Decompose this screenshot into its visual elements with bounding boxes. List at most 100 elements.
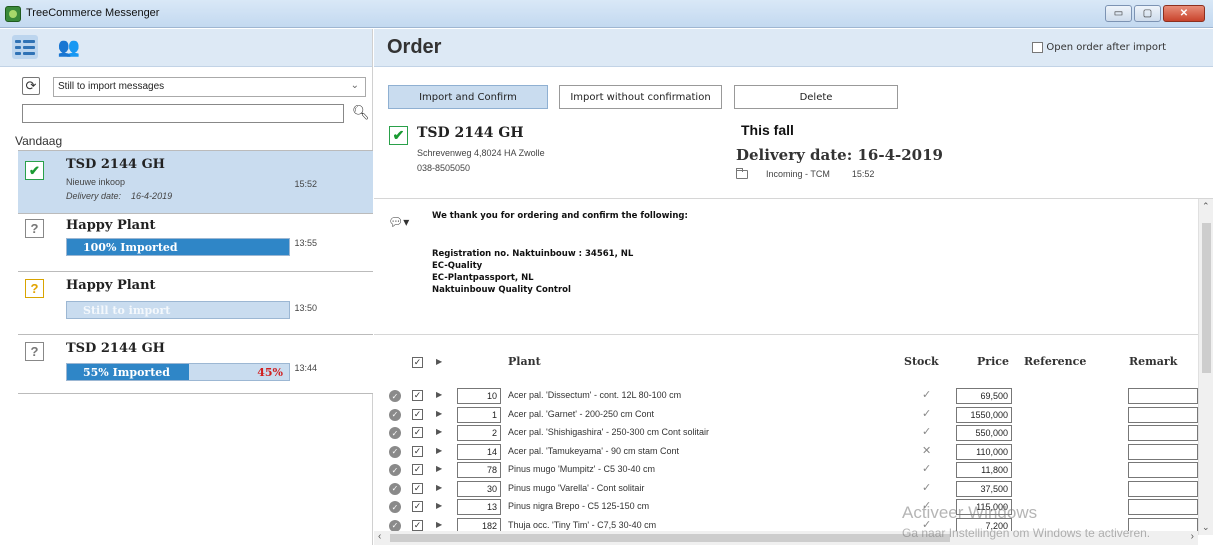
table-row[interactable]: ✓ ✓ ▶ 78 Pinus mugo 'Mumpitz' - C5 30-40 cm ✓… (374, 461, 1198, 479)
quantity-field[interactable]: 13 (457, 499, 501, 515)
table-row[interactable]: ✓ ✓ ▶ 14 Acer pal. 'Tamukeyama' - 90 cm stam… (374, 443, 1198, 461)
search-icon[interactable]: 🔍︎ (352, 104, 370, 121)
column-header-price[interactable]: Price (977, 355, 1009, 368)
remark-field[interactable] (1128, 480, 1198, 497)
stock-indicator: ✓ (922, 389, 932, 401)
quantity-field[interactable]: 78 (457, 462, 501, 478)
remark-field[interactable] (1128, 388, 1198, 404)
message-title: TSD 2144 GH (66, 157, 165, 172)
row-checkbox[interactable]: ✓ (412, 501, 423, 512)
expand-arrow-icon[interactable]: ▶ (436, 390, 442, 399)
quantity-field[interactable]: 30 (457, 480, 501, 497)
users-icon[interactable]: 👥 (56, 35, 82, 59)
maximize-button[interactable]: ▢ (1134, 5, 1161, 22)
remark-field[interactable] (1128, 499, 1198, 515)
row-checkbox[interactable]: ✓ (412, 464, 423, 475)
open-after-import-option[interactable]: Open order after import (1032, 42, 1166, 53)
comment-line: EC-Quality (432, 261, 483, 271)
row-checkbox[interactable]: ✓ (412, 482, 423, 494)
table-row[interactable]: ✓ ✓ ▶ 13 Pinus nigra Brepo - C5 125-150 cm ✓ 1… (374, 498, 1198, 516)
message-item[interactable]: ✔ TSD 2144 GH Nieuwe inkoop Delivery dat… (18, 150, 373, 213)
column-header-stock[interactable]: Stock (904, 355, 939, 368)
import-without-confirmation-button[interactable]: Import without confirmation (559, 85, 722, 109)
quantity-field[interactable]: 14 (457, 443, 501, 460)
select-all-checkbox[interactable]: ✓ (412, 357, 423, 368)
folder-icon (736, 167, 748, 179)
question-icon: ? (25, 342, 44, 361)
row-checkbox[interactable]: ✓ (412, 390, 423, 401)
column-header-reference[interactable]: Reference (1024, 355, 1086, 368)
scroll-thumb[interactable] (1202, 223, 1211, 373)
close-button[interactable]: ✕ (1163, 5, 1205, 22)
price-field[interactable]: 550,000 (956, 425, 1012, 441)
scroll-down-icon[interactable]: ⌄ (1202, 522, 1210, 533)
activation-watermark: Activeer Windows (902, 503, 1038, 522)
order-title: Order (387, 36, 442, 58)
table-row[interactable]: ✓ ✓ ▶ 1 Acer pal. 'Garnet' - 200-250 cm Cont… (374, 406, 1198, 424)
status-ok-icon: ✓ (389, 464, 401, 476)
quantity-field[interactable]: 1 (457, 406, 501, 423)
expand-arrow-icon[interactable]: ▶ (436, 483, 442, 492)
expand-arrow-icon[interactable]: ▶ (436, 520, 442, 529)
price-field[interactable]: 1550,000 (956, 406, 1012, 423)
quantity-field[interactable]: 10 (457, 388, 501, 404)
list-icon[interactable] (12, 35, 38, 59)
comment-icon[interactable]: 💬︎▾ (388, 215, 409, 229)
row-checkbox[interactable]: ✓ (412, 408, 423, 420)
price-field[interactable]: 37,500 (956, 480, 1012, 497)
group-label-today: Vandaag (15, 134, 63, 148)
scroll-right-icon[interactable]: › (1191, 531, 1194, 542)
refresh-icon[interactable]: ⟳ (22, 77, 40, 95)
expand-arrow-icon[interactable]: ▶ (436, 357, 442, 366)
message-item[interactable]: ? TSD 2144 GH 55% Imported 45% 13:44 (18, 334, 373, 394)
table-row[interactable]: ✓ ✓ ▶ 10 Acer pal. 'Dissectum' - cont. 12L 8… (374, 387, 1198, 405)
order-header: Order Open order after import (374, 29, 1213, 67)
row-checkbox[interactable]: ✓ (412, 427, 423, 438)
progress-label: Still to import (83, 304, 171, 317)
remark-field[interactable] (1128, 443, 1198, 460)
vertical-scrollbar[interactable]: ⌃ ⌄ (1198, 199, 1213, 535)
remark-field[interactable] (1128, 406, 1198, 423)
status-ok-icon: ✓ (389, 501, 401, 513)
message-filter-select[interactable]: Still to import messages ⌄ (53, 77, 366, 97)
comment-line: EC-Plantpassport, NL (432, 273, 534, 283)
price-field[interactable]: 110,000 (956, 443, 1012, 460)
price-field[interactable]: 69,500 (956, 388, 1012, 404)
row-checkbox[interactable]: ✓ (412, 519, 423, 531)
progress-label: 100% Imported (83, 241, 178, 254)
expand-arrow-icon[interactable]: ▶ (436, 427, 442, 436)
price-field[interactable]: 11,800 (956, 462, 1012, 478)
remark-field[interactable] (1128, 462, 1198, 478)
column-header-remark[interactable]: Remark (1129, 355, 1177, 368)
remark-field[interactable] (1128, 425, 1198, 441)
expand-arrow-icon[interactable]: ▶ (436, 409, 442, 418)
scroll-left-icon[interactable]: ‹ (378, 531, 381, 542)
message-time: 13:44 (294, 363, 317, 373)
scroll-up-icon[interactable]: ⌃ (1202, 201, 1210, 212)
quantity-field[interactable]: 2 (457, 425, 501, 441)
stock-indicator: ✕ (922, 444, 932, 457)
search-input[interactable] (22, 104, 344, 123)
delete-button[interactable]: Delete (734, 85, 898, 109)
minimize-button[interactable]: ▭ (1105, 5, 1132, 22)
filter-select-value: Still to import messages (58, 81, 165, 92)
expand-arrow-icon[interactable]: ▶ (436, 501, 442, 510)
import-progress-bar: 100% Imported (66, 238, 290, 256)
message-item[interactable]: ? Happy Plant 100% Imported 13:55 (18, 213, 373, 271)
table-row[interactable]: ✓ ✓ ▶ 2 Acer pal. 'Shishigashira' - 250-300 … (374, 424, 1198, 442)
customer-name: TSD 2144 GH (417, 125, 524, 141)
expand-arrow-icon[interactable]: ▶ (436, 446, 442, 455)
plant-name: Acer pal. 'Shishigashira' - 250-300 cm C… (508, 427, 710, 437)
window-controls: ▭ ▢ ✕ (1105, 5, 1205, 22)
expand-arrow-icon[interactable]: ▶ (436, 464, 442, 473)
status-ok-icon: ✓ (389, 390, 401, 402)
table-row[interactable]: ✓ ✓ ▶ 30 Pinus mugo 'Varella' - Cont solitai… (374, 480, 1198, 498)
open-after-import-label: Open order after import (1046, 42, 1166, 53)
import-and-confirm-button[interactable]: Import and Confirm (388, 85, 548, 109)
message-item[interactable]: ? Happy Plant Still to import 13:50 (18, 271, 373, 334)
open-after-import-checkbox[interactable] (1032, 42, 1044, 53)
row-checkbox[interactable]: ✓ (412, 445, 423, 457)
scroll-thumb[interactable] (390, 534, 950, 542)
column-header-plant[interactable]: Plant (508, 355, 541, 368)
window-title: TreeCommerce Messenger (26, 7, 160, 19)
